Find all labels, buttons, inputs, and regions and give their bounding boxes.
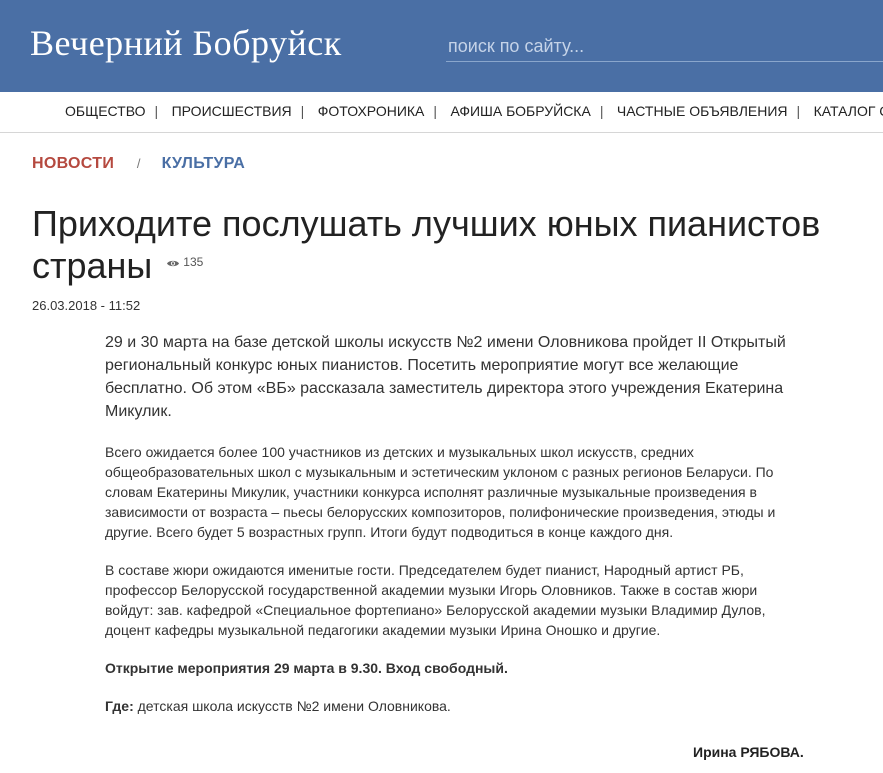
site-header: Вечерний Бобруйск (0, 0, 883, 92)
site-logo[interactable]: Вечерний Бобруйск (30, 22, 342, 64)
article-author: Ирина РЯБОВА. (693, 744, 804, 760)
article-body: 29 и 30 марта на базе детской школы иску… (105, 331, 795, 734)
breadcrumb: НОВОСТИ / КУЛЬТУРА (32, 155, 245, 173)
article-location: Где: детская школа искусств №2 имени Оло… (105, 696, 795, 716)
article-paragraph: Всего ожидается более 100 участников из … (105, 444, 776, 540)
nav-link-incidents[interactable]: ПРОИСШЕСТВИЯ (172, 103, 292, 119)
nav-link-afisha[interactable]: АФИША БОБРУЙСКА (450, 103, 590, 119)
article-title: Приходите послушать лучших юных пианисто… (32, 203, 852, 289)
nav-link-photo[interactable]: ФОТОХРОНИКА (318, 103, 425, 119)
view-counter: 135 (166, 241, 203, 283)
nav-link-catalog[interactable]: КАТАЛОГ С (814, 103, 883, 119)
nav-link-society[interactable]: ОБЩЕСТВО (65, 103, 146, 119)
breadcrumb-culture-link[interactable]: КУЛЬТУРА (162, 155, 246, 172)
nav-separator: | (599, 103, 604, 119)
article-paragraph: В составе жюри ожидаются именитые гости.… (105, 562, 766, 638)
nav-separator: | (300, 103, 305, 119)
nav-item-society[interactable]: ОБЩЕСТВО (65, 103, 146, 119)
nav-item-photo[interactable]: ФОТОХРОНИКА (318, 103, 425, 119)
article-lead: 29 и 30 марта на базе детской школы иску… (105, 334, 786, 420)
location-label: Где: (105, 698, 134, 714)
article-date: 26.03.2018 - 11:52 (32, 298, 141, 313)
eye-icon (167, 260, 180, 266)
view-count: 135 (183, 255, 204, 270)
main-navigation: ОБЩЕСТВО | ПРОИСШЕСТВИЯ | ФОТОХРОНИКА | АФИ… (0, 92, 883, 133)
nav-item-afisha[interactable]: АФИША БОБРУЙСКА (450, 103, 590, 119)
search-input[interactable] (446, 32, 883, 62)
location-value: детская школа искусств №2 имени Оловнико… (133, 698, 451, 714)
nav-separator: | (796, 103, 801, 119)
nav-item-catalog[interactable]: КАТАЛОГ С (814, 103, 883, 119)
nav-link-classifieds[interactable]: ЧАСТНЫЕ ОБЪЯВЛЕНИЯ (617, 103, 788, 119)
breadcrumb-separator: / (136, 156, 141, 171)
nav-separator: | (433, 103, 438, 119)
article-title-text: Приходите послушать лучших юных пианисто… (32, 203, 821, 286)
nav-item-incidents[interactable]: ПРОИСШЕСТВИЯ (172, 103, 292, 119)
article-opening-info: Открытие мероприятия 29 марта в 9.30. Вх… (105, 660, 508, 676)
breadcrumb-news-link[interactable]: НОВОСТИ (32, 155, 114, 172)
nav-separator: | (154, 103, 159, 119)
nav-item-classifieds[interactable]: ЧАСТНЫЕ ОБЪЯВЛЕНИЯ (617, 103, 788, 119)
